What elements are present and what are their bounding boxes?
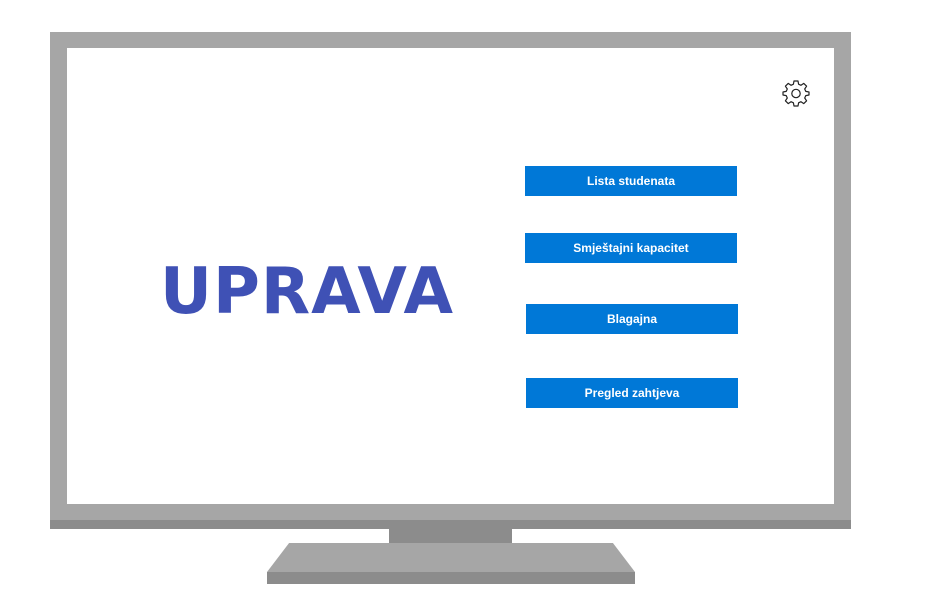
smjestajni-kapacitet-button[interactable]: Smještajni kapacitet — [525, 233, 737, 263]
page-title: UPRAVA — [160, 255, 455, 329]
gear-icon[interactable] — [782, 79, 810, 107]
blagajna-button[interactable]: Blagajna — [526, 304, 738, 334]
lista-studenata-button[interactable]: Lista studenata — [525, 166, 737, 196]
monitor-base — [267, 543, 635, 572]
monitor-chin — [50, 520, 851, 529]
pregled-zahtjeva-button[interactable]: Pregled zahtjeva — [526, 378, 738, 408]
monitor-base-edge — [267, 572, 635, 584]
